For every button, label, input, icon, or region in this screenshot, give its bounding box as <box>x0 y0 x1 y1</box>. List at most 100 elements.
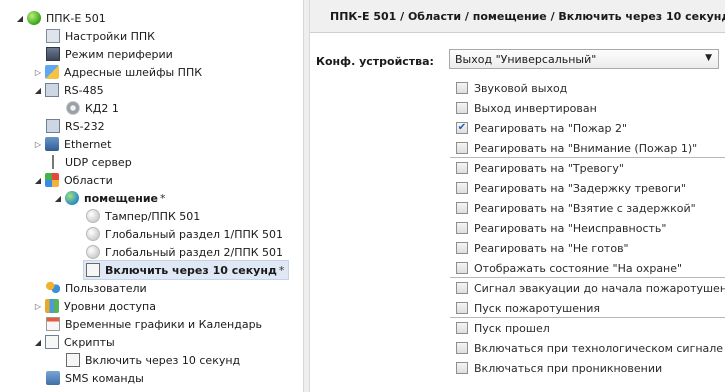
tree-node-periphery-mode[interactable]: Режим периферии <box>46 45 173 63</box>
option-checkbox-row[interactable]: ✔ Реагировать на "Пожар 2" <box>456 118 627 138</box>
checkbox[interactable] <box>456 282 468 294</box>
checkbox[interactable] <box>456 262 468 274</box>
option-label: Пуск пожаротушения <box>474 301 600 315</box>
checkbox[interactable] <box>456 182 468 194</box>
tree-node-users[interactable]: Пользователи <box>46 279 147 297</box>
collapse-arrow-icon[interactable]: ◢ <box>33 337 43 347</box>
tree-label-udp: UDP сервер <box>65 155 132 169</box>
collapse-arrow-icon[interactable]: ◢ <box>15 13 25 23</box>
tree-label-address-loops: Адресные шлейфы ППК <box>64 65 203 79</box>
option-label: Выход инвертирован <box>474 101 597 115</box>
tree-node-address-loops[interactable]: ▷ Адресные шлейфы ППК <box>33 63 202 81</box>
checkbox[interactable] <box>456 302 468 314</box>
option-checkbox-row[interactable]: Звуковой выход <box>456 78 567 98</box>
option-label: Включаться при технологическом сигнале <box>474 341 724 355</box>
device-online-icon <box>27 11 41 25</box>
device-config-select[interactable]: Выход "Универсальный" ▼ <box>449 49 719 69</box>
script-output-icon <box>86 263 100 277</box>
tree-node-ethernet[interactable]: ▷ Ethernet <box>33 135 111 153</box>
option-label: Реагировать на "Пожар 2" <box>474 121 628 135</box>
option-label: Сигнал эвакуации до начала пожаротушени <box>474 281 725 295</box>
tree-node-global2[interactable]: Глобальный раздел 2/ППК 501 <box>86 243 283 261</box>
option-checkbox-row[interactable]: Включаться при технологическом сигнале <box>456 338 723 358</box>
option-checkbox-row[interactable]: Реагировать на "Задержку тревоги" <box>456 178 686 198</box>
tree-node-tamper[interactable]: Тампер/ППК 501 <box>86 207 200 225</box>
option-checkbox-row[interactable]: Реагировать на "Тревогу" <box>456 158 624 178</box>
option-checkbox-row[interactable]: Включаться при проникновении <box>456 358 662 378</box>
periphery-icon <box>46 47 60 61</box>
zone-icon <box>86 245 100 259</box>
tree-label-enable10: Включить через 10 секунд <box>105 263 277 277</box>
checkbox[interactable] <box>456 82 468 94</box>
collapse-arrow-icon[interactable]: ◢ <box>33 175 43 185</box>
device-config-label: Конф. устройства: <box>316 55 434 68</box>
checkbox[interactable] <box>456 242 468 254</box>
checkbox[interactable] <box>456 202 468 214</box>
option-label: Отображать состояние "На охране" <box>474 261 683 275</box>
tree-label-rs232: RS-232 <box>65 119 105 133</box>
checkbox[interactable] <box>456 222 468 234</box>
tree-node-global1[interactable]: Глобальный раздел 1/ППК 501 <box>86 225 283 243</box>
tree-node-areas[interactable]: ◢ Области <box>33 171 113 189</box>
option-label: Реагировать на "Не готов" <box>474 241 629 255</box>
option-checkbox-row[interactable]: Реагировать на "Неисправность" <box>456 218 666 238</box>
option-checkbox-row[interactable]: Пуск пожаротушения <box>456 298 600 318</box>
tree-label-sms: SMS команды <box>65 371 144 385</box>
tree-node-access-levels[interactable]: ▷ Уровни доступа <box>33 297 156 315</box>
option-checkbox-row[interactable]: Сигнал эвакуации до начала пожаротушени <box>456 278 725 298</box>
checkbox[interactable] <box>456 322 468 334</box>
properties-panel: ППК-Е 501 / Области / помещение / Включи… <box>310 0 725 392</box>
tree-label-kd2: КД2 1 <box>85 101 119 115</box>
tree-node-enable10-selected[interactable]: Включить через 10 секунд * <box>82 260 290 280</box>
expand-arrow-icon[interactable]: ▷ <box>33 67 43 77</box>
option-checkbox-row[interactable]: Пуск прошел <box>456 318 550 338</box>
tree-node-scripts[interactable]: ◢ Скрипты <box>33 333 115 351</box>
collapse-arrow-icon[interactable]: ◢ <box>33 85 43 95</box>
tree-label-tamper: Тампер/ППК 501 <box>105 209 201 223</box>
tree-label-access-levels: Уровни доступа <box>64 299 156 313</box>
tree-node-sms[interactable]: SMS команды <box>46 369 144 387</box>
tree-node-kd2[interactable]: КД2 1 <box>66 99 119 117</box>
tree-node-room[interactable]: ◢ помещение * <box>53 189 166 207</box>
users-icon <box>46 281 60 295</box>
panel-splitter[interactable] <box>303 0 310 392</box>
ethernet-icon <box>45 137 59 151</box>
tree-node-rs232[interactable]: RS-232 <box>46 117 105 135</box>
address-loops-icon <box>45 65 59 79</box>
areas-icon <box>45 173 59 187</box>
tree-node-device-settings[interactable]: Настройки ППК <box>46 27 155 45</box>
option-label: Реагировать на "Взятие с задержкой" <box>474 201 696 215</box>
tree-label-ethernet: Ethernet <box>64 137 112 151</box>
tree-label-device-settings: Настройки ППК <box>65 29 155 43</box>
option-checkbox-row[interactable]: Реагировать на "Не готов" <box>456 238 629 258</box>
option-checkbox-row[interactable]: Реагировать на "Взятие с задержкой" <box>456 198 696 218</box>
option-label: Пуск прошел <box>474 321 550 335</box>
checkbox[interactable] <box>456 162 468 174</box>
expand-arrow-icon[interactable]: ▷ <box>33 139 43 149</box>
gear-icon <box>66 101 80 115</box>
checkbox[interactable] <box>456 102 468 114</box>
tree-label-scripts: Скрипты <box>64 335 115 349</box>
tree-node-rs485[interactable]: ◢ RS-485 <box>33 81 104 99</box>
option-checkbox-row[interactable]: Отображать состояние "На охране" <box>456 258 682 278</box>
option-checkbox-row[interactable]: Выход инвертирован <box>456 98 597 118</box>
tree-node-schedules[interactable]: Временные графики и Календарь <box>46 315 262 333</box>
tree-node-udp[interactable]: UDP сервер <box>46 153 132 171</box>
checkbox-checked[interactable]: ✔ <box>456 122 468 134</box>
rs485-icon <box>45 83 59 97</box>
option-label: Реагировать на "Тревогу" <box>474 161 624 175</box>
rs232-icon <box>46 119 60 133</box>
tree-label-room: помещение <box>84 191 158 205</box>
tree-node-script-enable10[interactable]: Включить через 10 секунд <box>66 351 240 369</box>
tree-node-root[interactable]: ◢ ППК-Е 501 <box>15 9 106 27</box>
expand-arrow-icon[interactable]: ▷ <box>33 301 43 311</box>
checkbox[interactable] <box>456 142 468 154</box>
zone-icon <box>86 209 100 223</box>
collapse-arrow-icon[interactable]: ◢ <box>53 193 63 203</box>
checkbox[interactable] <box>456 342 468 354</box>
tree-label-schedules: Временные графики и Календарь <box>65 317 263 331</box>
calendar-icon <box>46 317 60 331</box>
zone-icon <box>86 227 100 241</box>
checkbox[interactable] <box>456 362 468 374</box>
option-checkbox-row[interactable]: Реагировать на "Внимание (Пожар 1)" <box>456 138 697 158</box>
